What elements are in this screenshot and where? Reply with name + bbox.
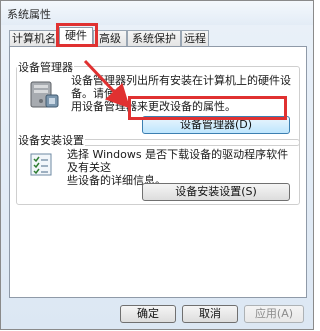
- device-install-group: 设备安装设置 选择 Windows 是否下载设备的驱动程序软件及有关这 些设备的…: [16, 132, 300, 205]
- device-manager-button-highlight: [128, 96, 287, 120]
- hardware-tab-highlight: [56, 23, 98, 47]
- device-install-settings-button[interactable]: 设备安装设置(S): [142, 183, 290, 201]
- tab-strip: 计算机名 硬件 高级 系统保护 远程: [9, 27, 307, 47]
- device-install-description: 选择 Windows 是否下载设备的驱动程序软件及有关这 些设备的详细信息。: [67, 148, 297, 187]
- hardware-tab-panel: 设备管理器 设备管理器列出所有安装在计算机上的硬件设备。请使 用设备管理器来更改…: [9, 46, 307, 298]
- checklist-settings-icon: [30, 153, 54, 177]
- tab-computer-name[interactable]: 计算机名: [9, 30, 59, 46]
- system-properties-window: 系统属性 计算机名 硬件 高级 系统保护 远程 设备管理器 设备管理器列出所有安…: [0, 0, 314, 330]
- device-manager-group-title: 设备管理器: [17, 59, 74, 75]
- apply-button[interactable]: 应用(A): [244, 305, 304, 323]
- computer-hardware-icon: [27, 79, 63, 113]
- device-install-group-title: 设备安装设置: [17, 132, 85, 148]
- ok-button[interactable]: 确定: [120, 305, 176, 323]
- title-bar: 系统属性: [1, 1, 313, 25]
- tab-system-protection[interactable]: 系统保护: [127, 30, 181, 46]
- tab-advanced[interactable]: 高级: [93, 30, 127, 46]
- window-title: 系统属性: [7, 8, 51, 21]
- device-install-desc-line-1: 选择 Windows 是否下载设备的驱动程序软件及有关这: [67, 148, 289, 174]
- cancel-button[interactable]: 取消: [182, 305, 238, 323]
- tab-remote[interactable]: 远程: [181, 30, 209, 46]
